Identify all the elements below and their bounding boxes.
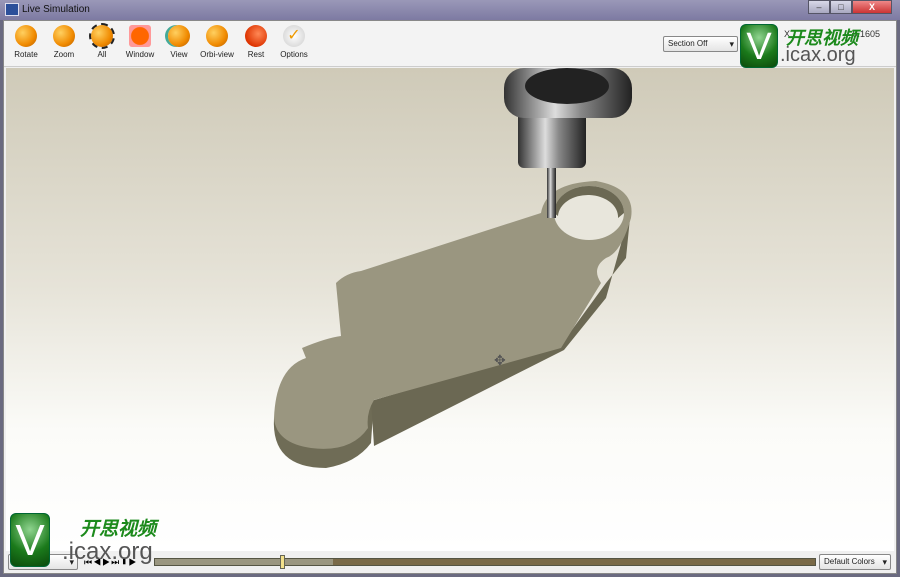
simulation-window: Rotate Zoom All Window View Orbi-view Re… bbox=[3, 20, 897, 574]
app-icon bbox=[5, 3, 19, 16]
maximize-button[interactable]: □ bbox=[830, 0, 852, 14]
close-button[interactable]: X bbox=[852, 0, 892, 14]
watermark-url: .icax.org bbox=[780, 44, 856, 66]
rest-button[interactable]: Rest bbox=[236, 25, 276, 59]
zoom-icon bbox=[53, 25, 75, 47]
zoom-window-icon bbox=[129, 25, 151, 47]
window-title: Live Simulation bbox=[22, 4, 90, 15]
zoom-window-button[interactable]: Window bbox=[120, 25, 160, 59]
zoom-button[interactable]: Zoom bbox=[44, 25, 84, 59]
orbit-view-icon bbox=[206, 25, 228, 47]
progress-fill bbox=[155, 559, 334, 565]
watermark-url-bottom: .icax.org bbox=[62, 538, 153, 565]
view-icon bbox=[168, 25, 190, 47]
orbit-view-button[interactable]: Orbi-view bbox=[197, 25, 237, 59]
view-button[interactable]: View bbox=[159, 25, 199, 59]
rotate-button[interactable]: Rotate bbox=[6, 25, 46, 59]
part-model: ✥ bbox=[273, 68, 632, 468]
cutter-shank bbox=[547, 163, 556, 218]
title-bar: Live Simulation – □ X bbox=[0, 0, 900, 20]
options-icon: ✓ bbox=[283, 25, 305, 47]
watermark-cn-bottom: 开思视频 bbox=[80, 519, 157, 540]
rotate-icon bbox=[15, 25, 37, 47]
zoom-all-button[interactable]: All bbox=[82, 23, 122, 59]
minimize-button[interactable]: – bbox=[808, 0, 830, 14]
zoom-all-icon bbox=[89, 23, 115, 49]
watermark-logo: V bbox=[740, 24, 778, 68]
rest-icon bbox=[245, 25, 267, 47]
simulation-progress-slider[interactable] bbox=[154, 555, 816, 569]
watermark-logo-bottom: V bbox=[10, 513, 50, 567]
color-mode-dropdown[interactable]: Default Colors bbox=[819, 554, 891, 570]
options-button[interactable]: ✓ Options bbox=[274, 25, 314, 59]
3d-viewport[interactable]: ✥ bbox=[6, 68, 894, 551]
section-dropdown[interactable]: Section Off bbox=[663, 36, 738, 52]
cursor-move-icon: ✥ bbox=[494, 352, 506, 368]
slider-thumb[interactable] bbox=[280, 555, 286, 569]
